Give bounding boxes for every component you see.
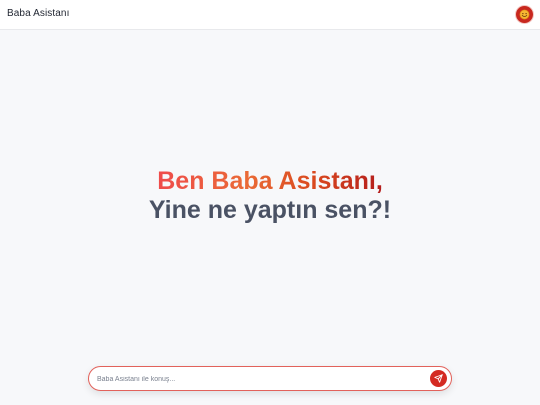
message-composer [88,366,452,391]
top-bar: Baba Asistanı [0,0,540,30]
message-input[interactable] [97,371,417,387]
paper-plane-icon [434,374,443,383]
smiley-face-icon [519,9,530,20]
hero-subtitle: Yine ne yaptın sen?! [148,196,392,224]
send-button[interactable] [430,370,447,387]
avatar[interactable] [516,6,533,23]
hero-title: Ben Baba Asistanı, [157,167,383,195]
welcome-hero: Ben Baba Asistanı, Yine ne yaptın sen?! [0,167,540,225]
app-window: Baba Asistanı Ben Baba Asistanı, Yine ne… [0,0,540,405]
app-title: Baba Asistanı [7,8,70,19]
